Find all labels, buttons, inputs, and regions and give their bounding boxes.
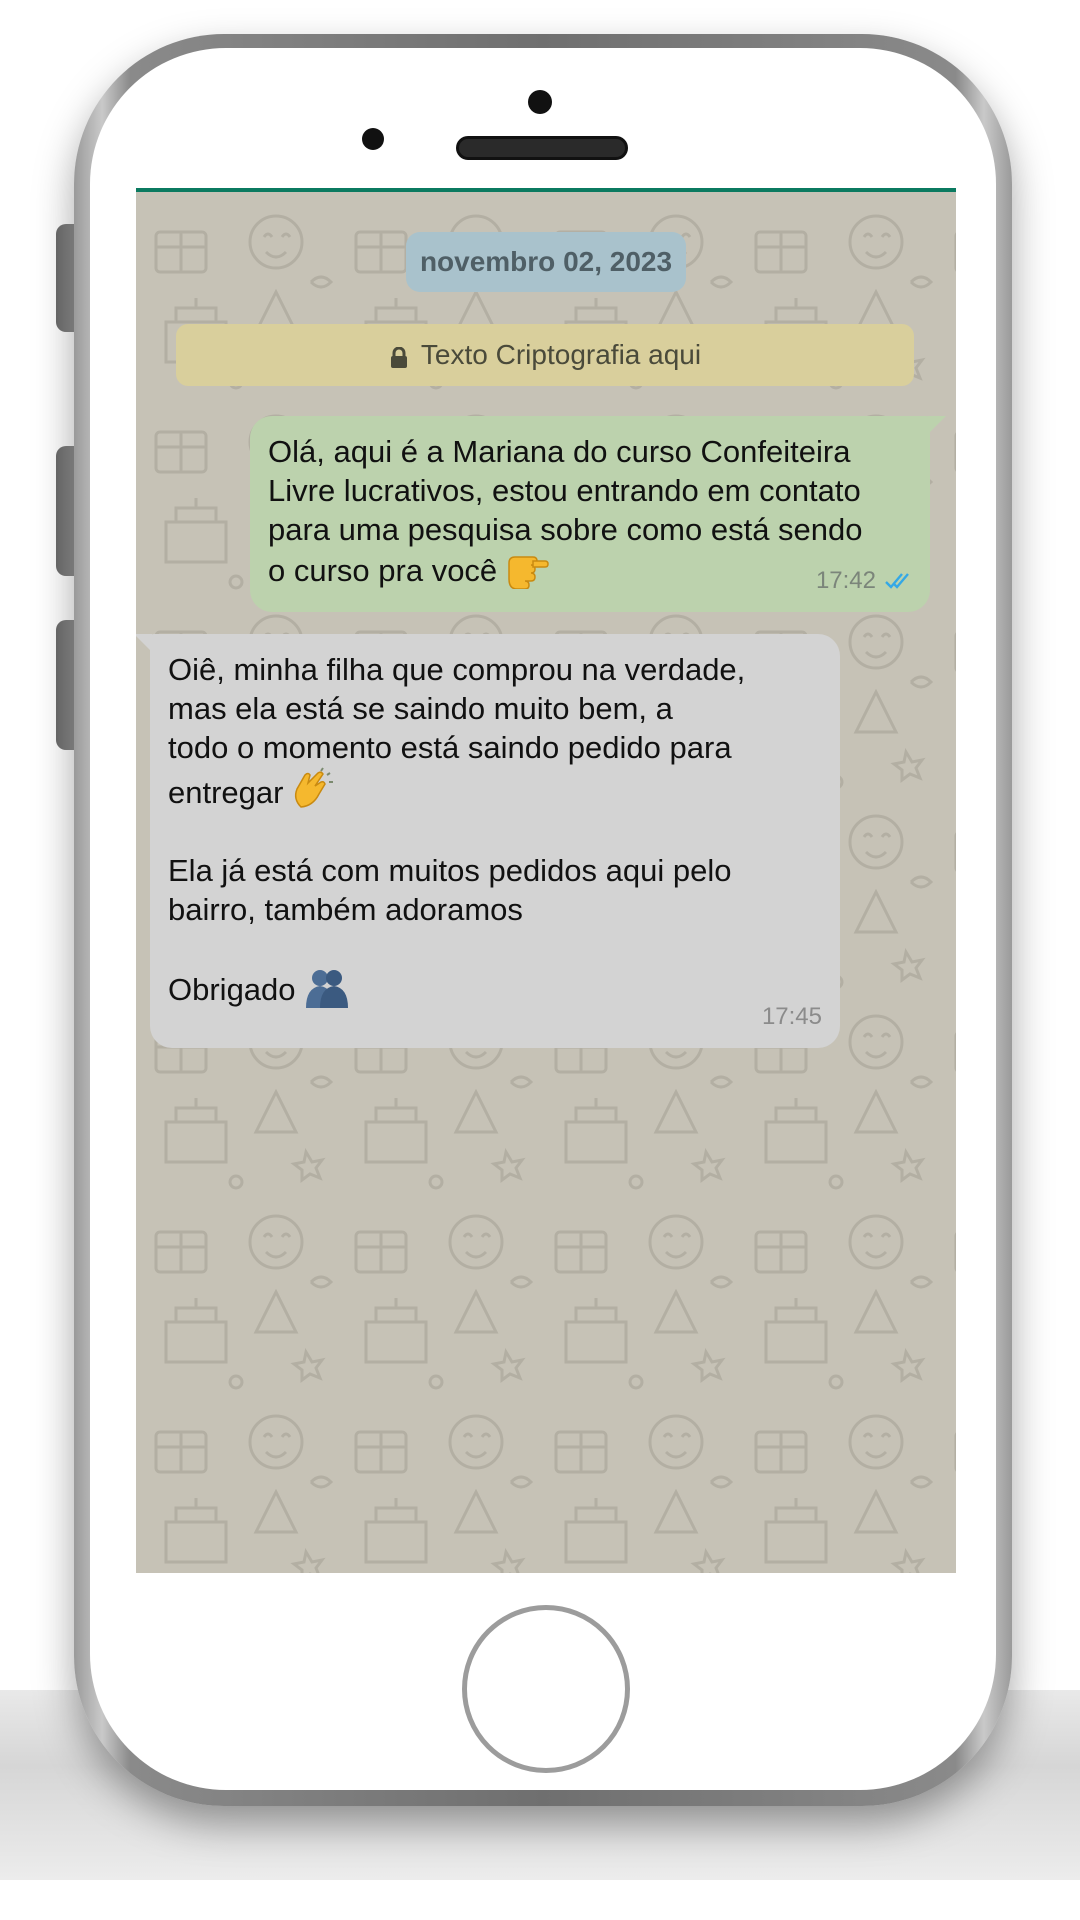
double-check-read-icon <box>885 572 909 589</box>
message-line: bairro, também adoramos <box>168 892 523 927</box>
sensor-dot-icon <box>362 128 384 150</box>
date-badge: novembro 02, 2023 <box>406 232 686 292</box>
message-line: para uma pesquisa sobre como está sendo <box>268 512 863 547</box>
message-text: Obrigado <box>168 972 296 1007</box>
lock-icon <box>389 344 409 368</box>
message-line: Livre lucrativos, estou entrando em cont… <box>268 473 861 508</box>
earpiece-speaker <box>456 136 628 160</box>
incoming-message-bubble[interactable]: Oiê, minha filha que comprou na verdade,… <box>136 634 840 1048</box>
front-camera-icon <box>528 90 552 114</box>
message-line: todo o momento está saindo pedido para <box>168 730 732 765</box>
encryption-notice-text: Texto Criptografia aqui <box>420 339 702 370</box>
outgoing-message-bubble[interactable]: Olá, aqui é a Mariana do curso Confeitei… <box>250 416 946 612</box>
message-text: o curso pra você <box>268 553 498 588</box>
message-line: Ela já está com muitos pedidos aqui pelo <box>168 853 732 888</box>
home-button[interactable] <box>462 1605 630 1773</box>
message-meta: 17:45 <box>762 997 822 1036</box>
message-meta: 17:42 <box>816 561 912 600</box>
hug-icon <box>305 970 348 1008</box>
message-line: Oiê, minha filha que comprou na verdade, <box>168 652 746 687</box>
message-time: 17:42 <box>815 567 876 594</box>
message-line-with-emoji: entregar <box>168 767 822 812</box>
message-line: Olá, aqui é a Mariana do curso Confeitei… <box>268 434 851 469</box>
message-line: mas ela está se saindo muito bem, a <box>168 691 673 726</box>
bubble-tail <box>136 634 152 652</box>
pointing-hand-icon <box>508 556 549 589</box>
message-text: entregar <box>168 775 284 810</box>
mockup-stage: novembro 02, 2023 Texto Criptografia aqu… <box>0 0 1080 1920</box>
chat-screen[interactable]: novembro 02, 2023 Texto Criptografia aqu… <box>136 188 956 1573</box>
encryption-notice[interactable]: Texto Criptografia aqui <box>176 324 914 386</box>
message-time: 17:45 <box>761 1003 822 1030</box>
message-line-with-emoji: Obrigado <box>168 968 822 1009</box>
clapping-hands-icon <box>295 767 334 808</box>
bubble-tail <box>928 416 946 434</box>
